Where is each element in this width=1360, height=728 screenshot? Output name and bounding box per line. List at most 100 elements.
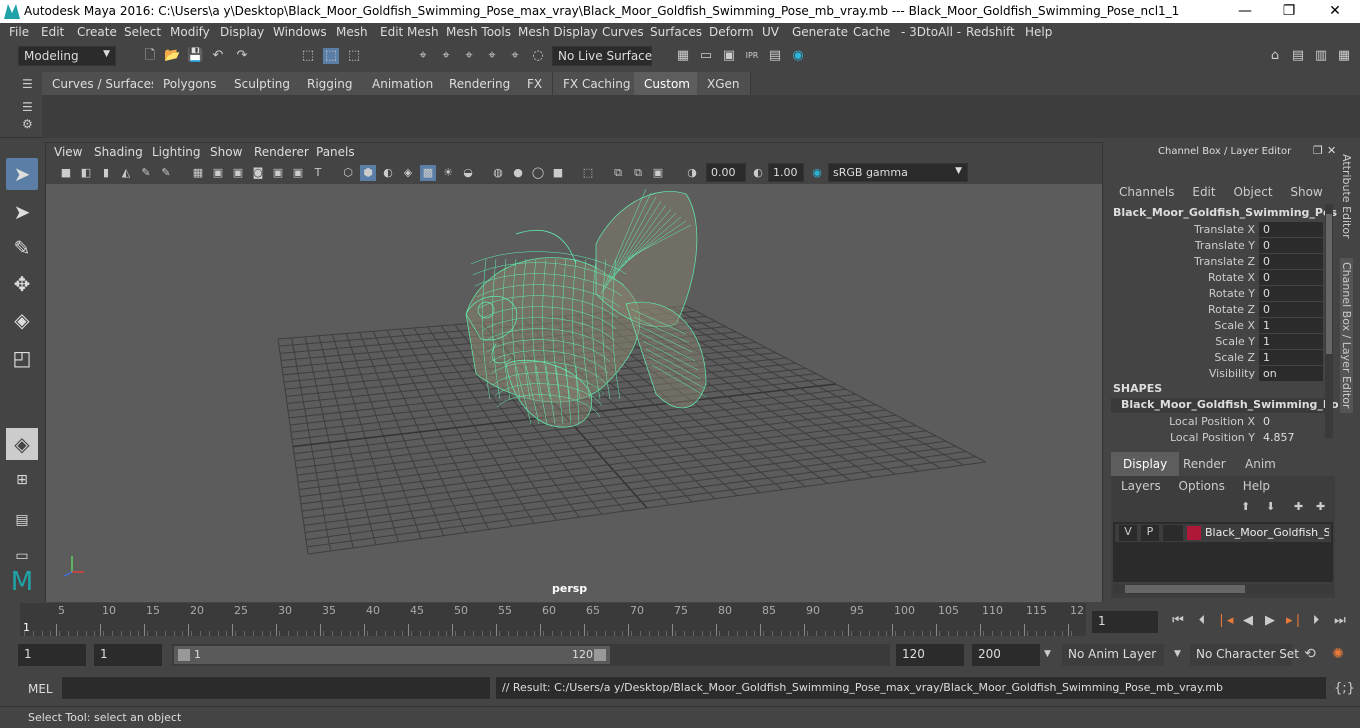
layer-menu-layers[interactable]: Layers — [1121, 479, 1161, 493]
toggle-channel-icon[interactable]: ▥ — [1313, 48, 1329, 64]
minimize-button[interactable]: — — [1230, 2, 1260, 20]
animation-start-field[interactable]: 1 — [18, 644, 86, 666]
layer-menu-options[interactable]: Options — [1179, 479, 1225, 493]
new-layer-selected-icon[interactable]: ✚ — [1316, 500, 1325, 513]
channel-value[interactable]: 0 — [1259, 286, 1323, 301]
scale-tool-icon[interactable]: ◰ — [6, 342, 38, 374]
channel-value[interactable]: 0 — [1259, 414, 1323, 429]
menu-select[interactable]: Select — [124, 25, 161, 39]
close-button[interactable]: ✕ — [1320, 2, 1350, 20]
resolution-gate-icon[interactable]: ▣ — [230, 165, 246, 181]
channel-row[interactable]: Scale Y 1 — [1105, 334, 1337, 350]
2d-pan-icon[interactable]: ✎ — [158, 165, 174, 181]
channel-value[interactable]: 1 — [1259, 334, 1323, 349]
current-frame-field[interactable]: 1 — [1092, 611, 1158, 633]
hypershade-icon[interactable]: ◉ — [790, 48, 806, 64]
four-view-icon[interactable]: ⊞ — [6, 464, 38, 496]
new-layer-icon[interactable]: ✚ — [1294, 500, 1303, 513]
workspace-icon[interactable]: ⌂ — [1267, 48, 1283, 64]
vp-menu-renderer[interactable]: Renderer — [254, 145, 309, 159]
menu-mesh-display[interactable]: Mesh Display — [518, 25, 598, 39]
layer-tab-anim[interactable]: Anim — [1233, 452, 1288, 476]
render-settings-icon[interactable]: ▤ — [767, 48, 783, 64]
color-space-selector[interactable]: sRGB gamma ▼ — [828, 163, 968, 182]
history-icon[interactable]: ▦ — [675, 48, 691, 64]
character-set-selector[interactable]: No Character Set — [1190, 644, 1299, 666]
single-view-icon[interactable]: ◈ — [6, 428, 38, 460]
hscroll-thumb[interactable] — [1125, 585, 1245, 593]
camera-icon[interactable]: ■ — [58, 165, 74, 181]
menu-uv[interactable]: UV — [762, 25, 779, 39]
grid-icon[interactable]: ▦ — [190, 165, 206, 181]
camera-attr-icon[interactable]: ◧ — [78, 165, 94, 181]
shape-channel-row[interactable]: Local Position Y 4.857 — [1105, 430, 1337, 446]
snap-point-icon[interactable]: ⌖ — [461, 48, 477, 64]
channel-row[interactable]: Rotate X 0 — [1105, 270, 1337, 286]
layer-row[interactable]: V P Black_Moor_Goldfish_Sw — [1115, 524, 1331, 542]
menu-surfaces[interactable]: Surfaces — [650, 25, 702, 39]
shelf-tab-xgen[interactable]: XGen — [697, 72, 751, 95]
isolate-select-icon[interactable]: ■ — [550, 165, 566, 181]
ambient-occlusion-icon[interactable]: ◒ — [460, 165, 476, 181]
gear-icon[interactable]: ⚙ — [22, 117, 33, 131]
shape-channel-row[interactable]: Local Position X 0 — [1105, 414, 1337, 430]
channel-value[interactable]: 4.857 — [1259, 430, 1323, 445]
xray-icon[interactable]: ⬚ — [580, 165, 596, 181]
playback-end-field[interactable]: 120 — [896, 644, 964, 666]
time-ruler[interactable]: 1 5 10 15 20 25 30 35 40 45 50 55 60 65 70 75 80 85 90 95 1… — [20, 603, 1086, 636]
channel-menu-object[interactable]: Object — [1233, 185, 1272, 199]
snap-grid-icon[interactable]: ⌖ — [415, 48, 431, 64]
grease-pencil-icon[interactable]: ✎ — [138, 165, 154, 181]
multisample-icon[interactable]: ● — [510, 165, 526, 181]
move-layer-up-icon[interactable]: ⬆ — [1241, 500, 1250, 513]
menu-curves[interactable]: Curves — [602, 25, 644, 39]
vp-menu-show[interactable]: Show — [210, 145, 242, 159]
menu-mesh-tools[interactable]: Mesh Tools — [446, 25, 511, 39]
step-forward-key-icon[interactable]: ⏵ — [1308, 613, 1324, 629]
menu-redshift[interactable]: Redshift — [966, 25, 1015, 39]
menu-deform[interactable]: Deform — [709, 25, 754, 39]
script-language-label[interactable]: MEL — [28, 682, 53, 696]
menu-cache[interactable]: Cache — [853, 25, 890, 39]
channel-row[interactable]: Scale X 1 — [1105, 318, 1337, 334]
menu-create[interactable]: Create — [77, 25, 117, 39]
vp-menu-view[interactable]: View — [54, 145, 82, 159]
side-tab-channel-box[interactable]: Channel Box / Layer Editor — [1340, 258, 1353, 413]
channel-value[interactable]: on — [1259, 366, 1323, 381]
shelf-tab-fx[interactable]: FX — [517, 72, 554, 95]
channel-value[interactable]: 0 — [1259, 238, 1323, 253]
rotate-tool-icon[interactable]: ◈ — [6, 304, 38, 336]
shelf-tab-curves-surfaces[interactable]: Curves / Surfaces — [42, 72, 169, 95]
redo-icon[interactable]: ↷ — [234, 48, 250, 64]
float-icon[interactable]: ❐ — [1313, 144, 1323, 157]
auto-key-icon[interactable]: ⟲ — [1302, 646, 1318, 662]
xray-joints-icon[interactable]: ⧉ — [610, 165, 626, 181]
anim-layer-selector[interactable]: No Anim Layer — [1062, 644, 1164, 666]
shelf-tab-custom[interactable]: Custom — [634, 72, 701, 95]
channel-row[interactable]: Visibility on — [1105, 366, 1337, 382]
open-scene-icon[interactable]: 📂 — [164, 48, 180, 64]
layer-menu-help[interactable]: Help — [1243, 479, 1270, 493]
layer-tab-display[interactable]: Display — [1111, 452, 1180, 476]
menu-mesh[interactable]: Mesh — [336, 25, 368, 39]
motion-blur-icon[interactable]: ◍ — [490, 165, 506, 181]
shelf-options-icon[interactable]: ☰ — [22, 100, 33, 114]
channel-row[interactable]: Translate X 0 — [1105, 222, 1337, 238]
menu-edit[interactable]: Edit — [41, 25, 64, 39]
safe-action-icon[interactable]: ▣ — [290, 165, 306, 181]
range-end-grip[interactable] — [594, 649, 606, 661]
step-forward-frame-icon[interactable]: ▸❘ — [1286, 613, 1303, 629]
channel-value[interactable]: 1 — [1259, 350, 1323, 365]
menu-generate[interactable]: Generate — [792, 25, 848, 39]
channel-value[interactable]: 1 — [1259, 318, 1323, 333]
range-track[interactable]: 1 120 — [172, 644, 890, 666]
select-component-icon[interactable]: ⬚ — [346, 48, 362, 64]
channel-value[interactable]: 0 — [1259, 302, 1323, 317]
save-scene-icon[interactable]: 💾 — [187, 48, 203, 64]
menu-help[interactable]: Help — [1025, 25, 1052, 39]
wireframe-icon[interactable]: ⬡ — [340, 165, 356, 181]
render-frame-icon[interactable]: ▭ — [698, 48, 714, 64]
shape-name[interactable]: Black_Moor_Goldfish_Swimming_Po... — [1111, 398, 1351, 413]
shelf-tab-rigging[interactable]: Rigging — [297, 72, 364, 95]
lasso-tool-icon[interactable]: ➤ — [6, 196, 38, 228]
